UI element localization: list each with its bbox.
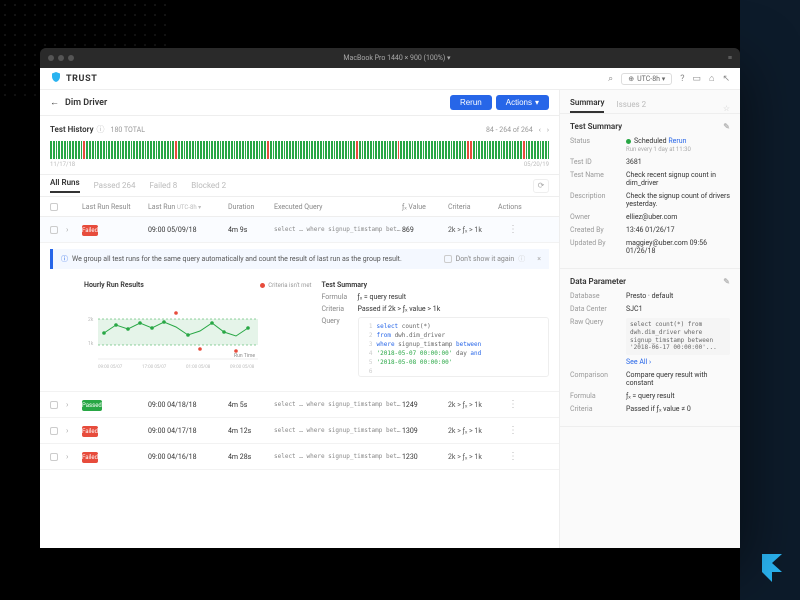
device-frame: MacBook Pro 1440 × 900 (100%) ▾ ≡ TRUST …	[40, 48, 740, 548]
row-actions[interactable]: ⋮	[498, 224, 528, 235]
tab-summary[interactable]: Summary	[570, 98, 604, 113]
expand-chevron[interactable]: ›	[66, 400, 82, 409]
test-description: Check the signup count of drivers yester…	[626, 192, 730, 208]
brand[interactable]: TRUST	[50, 71, 97, 86]
svg-text:17:00 05/07: 17:00 05/07	[142, 364, 167, 370]
col-last-result[interactable]: Last Run Result	[82, 203, 148, 211]
sidebar-rerun-link[interactable]: Rerun	[668, 137, 686, 145]
notice-text: We group all test runs for the same quer…	[72, 255, 402, 263]
actions-dropdown[interactable]: Actions▾	[496, 95, 549, 110]
refresh-icon[interactable]: ⟳	[533, 179, 549, 193]
history-strip[interactable]	[50, 141, 549, 159]
history-title: Test History	[50, 125, 94, 134]
status-badge: Failed	[82, 426, 98, 437]
page-title: Dim Driver	[65, 98, 107, 108]
table-row[interactable]: › Failed 09:00 04/17/18 4m 12s select … …	[40, 418, 559, 444]
app-header: TRUST ⌕ ⊕UTC-8h ▾ ? ▭ ⌂ ↖	[40, 68, 740, 90]
test-owner: elliez@uber.com	[626, 213, 730, 221]
expand-chevron[interactable]: ›	[66, 452, 82, 461]
run-timestamp: 09:00 05/09/18	[148, 226, 228, 234]
close-icon[interactable]: ×	[537, 255, 541, 263]
home-icon[interactable]: ⌂	[709, 73, 714, 84]
book-icon[interactable]: ▭	[693, 74, 702, 84]
row-actions[interactable]: ⋮	[498, 425, 528, 436]
history-prev[interactable]: ‹	[539, 126, 541, 134]
svg-text:09:00 05/08: 09:00 05/08	[230, 364, 255, 370]
status-badge: Passed	[82, 400, 102, 411]
chart-title: Hourly Run Results	[84, 281, 144, 289]
history-range: 84 - 264 of 264	[486, 126, 533, 134]
svg-text:1k: 1k	[88, 341, 94, 347]
created-by: 13:46 01/26/17	[626, 226, 730, 234]
select-all-checkbox[interactable]	[50, 203, 58, 211]
info-icon[interactable]: ⓘ	[97, 124, 105, 135]
chevron-down-icon: ▾	[535, 98, 539, 107]
star-icon[interactable]: ☆	[723, 104, 730, 113]
hourly-run-chart: 2k 1k ƒₓ value	[84, 293, 264, 373]
history-next[interactable]: ›	[547, 126, 549, 134]
detail-summary-title: Test Summary	[322, 281, 550, 289]
fx-value: 869	[402, 226, 448, 234]
test-name: Check recent signup count in dim_driver	[626, 171, 730, 187]
criteria-value: 2k > ƒₓ > 1k	[448, 226, 498, 234]
col-value[interactable]: ƒₓ Value	[402, 203, 448, 211]
see-all-link[interactable]: See All ›	[626, 358, 730, 366]
svg-text:Run Time: Run Time	[234, 353, 255, 359]
shield-icon	[50, 71, 62, 86]
timezone-selector[interactable]: ⊕UTC-8h ▾	[621, 73, 672, 85]
raw-query: select count(*) from dwh.dim_driver wher…	[626, 318, 730, 355]
edit-icon[interactable]: ✎	[723, 277, 730, 286]
table-row[interactable]: › Passed 09:00 04/18/18 4m 5s select … w…	[40, 392, 559, 418]
help-icon[interactable]: ?	[680, 74, 684, 84]
table-header: Last Run Result Last Run UTC-8h ▾ Durati…	[40, 197, 559, 217]
rerun-button[interactable]: Rerun	[450, 95, 492, 110]
history-total: 180 TOTAL	[111, 126, 145, 134]
row-actions[interactable]: ⋮	[498, 399, 528, 410]
expand-chevron[interactable]: ›	[66, 225, 82, 234]
edit-icon[interactable]: ✎	[723, 122, 730, 131]
svg-text:01:00 05/08: 01:00 05/08	[186, 364, 211, 370]
back-icon[interactable]: ←	[50, 97, 59, 108]
col-duration[interactable]: Duration	[228, 203, 274, 211]
row-checkbox[interactable]	[50, 226, 58, 234]
status-badge: Failed	[82, 452, 98, 463]
menu-icon[interactable]: ≡	[720, 54, 732, 62]
row-checkbox[interactable]	[50, 453, 58, 461]
framer-logo	[762, 554, 782, 586]
test-id: 3681	[626, 158, 730, 166]
window-title: MacBook Pro 1440 × 900 (100%) ▾	[74, 54, 720, 62]
row-checkbox[interactable]	[50, 427, 58, 435]
info-icon: ⓘ	[61, 254, 68, 264]
executed-query: select … where signup_timstamp between '…	[274, 226, 402, 233]
col-criteria[interactable]: Criteria	[448, 203, 498, 211]
cursor-icon: ↖	[722, 74, 730, 84]
dont-show-again[interactable]: Don't show it again ⓘ	[444, 254, 526, 264]
row-checkbox[interactable]	[50, 401, 58, 409]
window-controls[interactable]	[48, 55, 74, 61]
svg-text:09:00 05/07: 09:00 05/07	[98, 364, 123, 370]
col-last-run[interactable]: Last Run UTC-8h ▾	[148, 203, 228, 211]
tab-issues[interactable]: Issues 2	[616, 100, 646, 113]
tab-failed[interactable]: Failed 8	[149, 181, 177, 190]
chart-legend: Criteria isn't met	[260, 282, 311, 289]
search-icon[interactable]: ⌕	[608, 74, 613, 84]
history-end: 05/20/19	[524, 161, 549, 168]
status-badge: Failed	[82, 225, 98, 236]
tab-passed[interactable]: Passed 264	[94, 181, 136, 190]
run-duration: 4m 9s	[228, 226, 274, 234]
brand-text: TRUST	[66, 74, 97, 84]
tab-blocked[interactable]: Blocked 2	[191, 181, 226, 190]
expand-chevron[interactable]: ›	[66, 426, 82, 435]
tab-all-runs[interactable]: All Runs	[50, 178, 80, 193]
query-code: 1select count(*) 2from dwh.dim_driver 3w…	[358, 317, 550, 377]
col-executed[interactable]: Executed Query	[274, 203, 402, 211]
col-actions: Actions	[498, 203, 528, 211]
row-actions[interactable]: ⋮	[498, 451, 528, 462]
table-row[interactable]: › Failed 09:00 04/16/18 4m 28s select … …	[40, 444, 559, 470]
updated-by: maggiey@uber.com 09:56 01/26/18	[626, 239, 730, 255]
svg-text:2k: 2k	[88, 317, 94, 323]
grouping-notice: ⓘ We group all test runs for the same qu…	[50, 249, 549, 269]
history-start: 11/17/18	[50, 161, 75, 168]
table-row[interactable]: › Failed 09:00 05/09/18 4m 9s select … w…	[40, 217, 559, 243]
